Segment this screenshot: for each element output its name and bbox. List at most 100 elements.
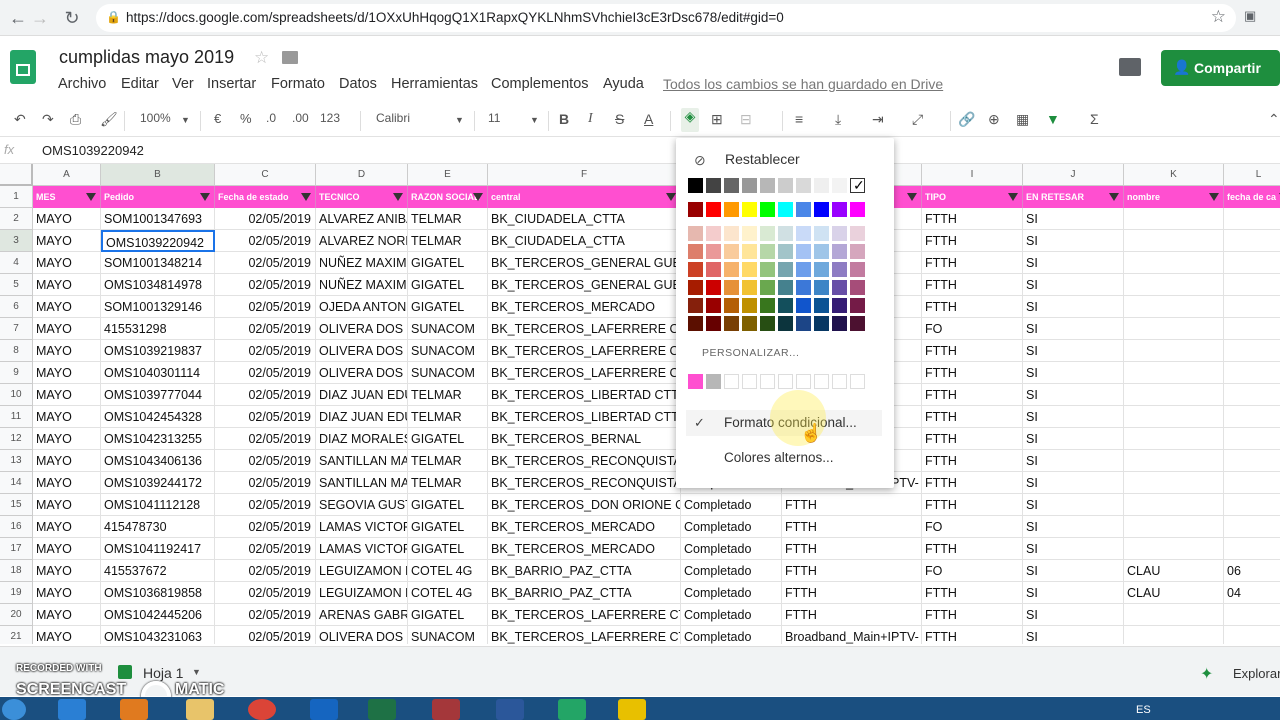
cell-tipo[interactable]: FTTH	[922, 362, 1023, 384]
cell-pedido[interactable]: OMS1042445206	[101, 604, 215, 626]
cell-tecnico[interactable]: ALVAREZ ANIBA	[316, 208, 408, 230]
custom-color-swatch[interactable]	[742, 374, 757, 389]
color-swatch[interactable]	[724, 298, 739, 313]
cell-razon[interactable]: SUNACOM	[408, 362, 488, 384]
cell-pedido[interactable]: OMS1041192417	[101, 538, 215, 560]
color-swatch[interactable]	[814, 202, 829, 217]
cell-mes[interactable]: MAYO	[33, 560, 101, 582]
cell-retesar[interactable]: SI	[1023, 318, 1124, 340]
cell-pedido[interactable]: OMS1042313255	[101, 428, 215, 450]
cell-fecha-ca[interactable]	[1224, 406, 1280, 428]
cell-retesar[interactable]: SI	[1023, 230, 1124, 252]
cell-central[interactable]: BK_CIUDADELA_CTTA	[488, 208, 681, 230]
color-swatch[interactable]	[796, 178, 811, 193]
cell-fecha-ca[interactable]	[1224, 362, 1280, 384]
bookmark-star-icon[interactable]: ☆	[1211, 7, 1226, 27]
color-swatch[interactable]	[814, 280, 829, 295]
custom-color-swatch[interactable]	[796, 374, 811, 389]
column-header-c[interactable]: C	[215, 164, 316, 186]
filter-icon[interactable]	[666, 193, 676, 201]
cell-h[interactable]: FTTH	[782, 582, 922, 604]
vertical-align-icon[interactable]: ⤓	[835, 111, 841, 128]
filter-icon[interactable]	[393, 193, 403, 201]
cell-fecha[interactable]: 02/05/2019	[215, 208, 316, 230]
color-swatch[interactable]	[742, 178, 757, 193]
color-swatch[interactable]	[832, 280, 847, 295]
cell-tipo[interactable]: FTTH	[922, 230, 1023, 252]
cell-fecha[interactable]: 02/05/2019	[215, 362, 316, 384]
cell-retesar[interactable]: SI	[1023, 450, 1124, 472]
cell-h[interactable]: Broadband_Main+IPTV-	[782, 626, 922, 644]
cell-razon[interactable]: COTEL 4G	[408, 582, 488, 604]
font-size-select[interactable]: 11	[488, 111, 500, 125]
color-swatch[interactable]	[724, 226, 739, 241]
cell-tecnico[interactable]: ARENAS GABRI	[316, 604, 408, 626]
color-swatch[interactable]	[706, 280, 721, 295]
header-cell-fecha[interactable]: Fecha de estado	[215, 186, 316, 208]
color-swatch[interactable]	[778, 202, 793, 217]
cell-razon[interactable]: GIGATEL	[408, 538, 488, 560]
color-swatch[interactable]	[688, 244, 703, 259]
cell-tipo[interactable]: FO	[922, 560, 1023, 582]
row-header[interactable]: 10	[0, 384, 33, 406]
row-header[interactable]: 18	[0, 560, 33, 582]
row-header[interactable]: 14	[0, 472, 33, 494]
cell-retesar[interactable]: SI	[1023, 208, 1124, 230]
filter-icon[interactable]	[301, 193, 311, 201]
color-swatch[interactable]	[706, 226, 721, 241]
back-icon[interactable]: ←	[6, 6, 30, 30]
cell-g[interactable]: Completado	[681, 582, 782, 604]
row-header[interactable]: 7	[0, 318, 33, 340]
forward-icon[interactable]: →	[28, 6, 52, 30]
color-swatch[interactable]	[688, 298, 703, 313]
header-cell-pedido[interactable]: Pedido	[101, 186, 215, 208]
italic-button[interactable]: I	[588, 111, 593, 127]
currency-format-button[interactable]: €	[214, 111, 221, 126]
color-swatch[interactable]	[742, 298, 757, 313]
reload-icon[interactable]: ↻	[60, 6, 84, 30]
cell-tipo[interactable]: FO	[922, 516, 1023, 538]
color-swatch[interactable]	[850, 244, 865, 259]
document-title[interactable]: cumplidas mayo 2019	[59, 47, 234, 68]
color-swatch[interactable]	[688, 226, 703, 241]
color-swatch[interactable]	[814, 298, 829, 313]
color-swatch[interactable]	[742, 244, 757, 259]
custom-color-swatch[interactable]	[850, 374, 865, 389]
color-swatch[interactable]	[832, 316, 847, 331]
cell-nombre[interactable]	[1124, 406, 1224, 428]
cell-central[interactable]: BK_TERCEROS_LAFERRERE CTTA	[488, 318, 681, 340]
cell-retesar[interactable]: SI	[1023, 384, 1124, 406]
cell-retesar[interactable]: SI	[1023, 516, 1124, 538]
color-swatch[interactable]	[706, 202, 721, 217]
save-status[interactable]: Todos los cambios se han guardado en Dri…	[663, 76, 943, 92]
cell-central[interactable]: BK_TERCEROS_LIBERTAD CTTA	[488, 406, 681, 428]
cell-tecnico[interactable]: DIAZ JUAN EDU	[316, 406, 408, 428]
custom-color-swatch[interactable]	[706, 374, 721, 389]
cell-pedido[interactable]: OMS1034814978	[101, 274, 215, 296]
cell-tipo[interactable]: FTTH	[922, 340, 1023, 362]
cell-retesar[interactable]: SI	[1023, 428, 1124, 450]
number-format-select[interactable]: 123	[320, 111, 340, 125]
cell-tecnico[interactable]: SANTILLAN MA	[316, 472, 408, 494]
header-cell-nombre[interactable]: nombre	[1124, 186, 1224, 208]
cell-tipo[interactable]: FTTH	[922, 626, 1023, 644]
collapse-toolbar-icon[interactable]: ⌃	[1268, 111, 1280, 128]
cell-nombre[interactable]	[1124, 274, 1224, 296]
cell-pedido[interactable]: SOM1001329146	[101, 296, 215, 318]
cell-mes[interactable]: MAYO	[33, 384, 101, 406]
cell-mes[interactable]: MAYO	[33, 516, 101, 538]
outlook-icon[interactable]	[310, 699, 338, 720]
cell-central[interactable]: BK_TERCEROS_RECONQUISTA	[488, 472, 681, 494]
color-swatch[interactable]	[778, 226, 793, 241]
menu-archivo[interactable]: Archivo	[58, 76, 106, 92]
color-swatch[interactable]	[814, 226, 829, 241]
cell-mes[interactable]: MAYO	[33, 274, 101, 296]
cell-nombre[interactable]	[1124, 428, 1224, 450]
header-cell-mes[interactable]: MES	[33, 186, 101, 208]
cell-tipo[interactable]: FTTH	[922, 604, 1023, 626]
cell-central[interactable]: BK_TERCEROS_MERCADO	[488, 538, 681, 560]
cell-mes[interactable]: MAYO	[33, 340, 101, 362]
cell-tipo[interactable]: FTTH	[922, 384, 1023, 406]
cell-mes[interactable]: MAYO	[33, 582, 101, 604]
cell-central[interactable]: BK_TERCEROS_LAFERRERE CTTA	[488, 626, 681, 644]
